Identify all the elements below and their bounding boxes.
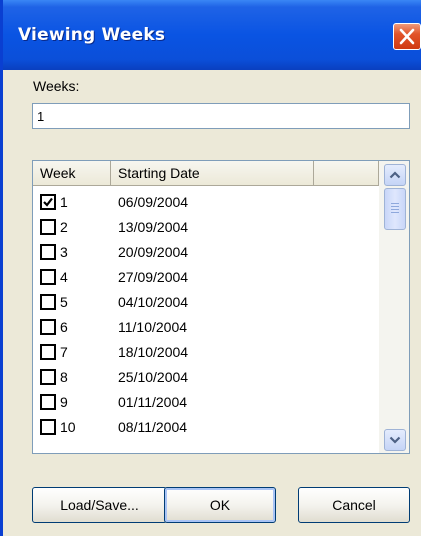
starting-date: 13/09/2004 bbox=[118, 219, 189, 235]
list-item[interactable]: 3 20/09/2004 bbox=[33, 241, 379, 266]
scroll-down-button[interactable] bbox=[384, 429, 406, 451]
starting-date: 11/10/2004 bbox=[118, 319, 188, 335]
column-header-empty[interactable] bbox=[314, 161, 379, 185]
list-item[interactable]: 2 13/09/2004 bbox=[33, 216, 379, 241]
starting-date: 20/09/2004 bbox=[118, 244, 189, 260]
week-number: 10 bbox=[60, 419, 76, 435]
list-rows: 1 06/09/2004 2 13/09/2004 3 20/09/2004 4 27/09/… bbox=[33, 191, 379, 441]
window-border bbox=[0, 0, 3, 536]
week-number: 4 bbox=[60, 269, 68, 285]
close-icon bbox=[399, 28, 415, 45]
list-item[interactable]: 1 06/09/2004 bbox=[33, 191, 379, 216]
starting-date: 04/10/2004 bbox=[118, 294, 189, 310]
week-checkbox[interactable] bbox=[40, 269, 56, 285]
grip-line bbox=[391, 212, 399, 213]
list-item[interactable]: 9 01/11/2004 bbox=[33, 391, 379, 416]
grip-line bbox=[391, 203, 399, 204]
window-title: Viewing Weeks bbox=[18, 25, 166, 45]
week-number: 1 bbox=[60, 194, 68, 210]
week-number: 6 bbox=[60, 319, 68, 335]
week-number: 2 bbox=[60, 219, 68, 235]
load-save-button[interactable]: Load/Save... bbox=[32, 487, 167, 523]
starting-date: 25/10/2004 bbox=[118, 369, 189, 385]
week-checkbox[interactable] bbox=[40, 419, 56, 435]
starting-date: 06/09/2004 bbox=[118, 194, 189, 210]
week-checkbox[interactable] bbox=[40, 244, 56, 260]
scroll-thumb[interactable] bbox=[384, 188, 406, 230]
week-number: 7 bbox=[60, 344, 68, 360]
cancel-button[interactable]: Cancel bbox=[298, 487, 410, 523]
viewing-weeks-dialog: Viewing Weeks Weeks: Week Starting Date … bbox=[0, 0, 421, 536]
week-checkbox[interactable] bbox=[40, 319, 56, 335]
week-number: 5 bbox=[60, 294, 68, 310]
column-header-week[interactable]: Week bbox=[33, 161, 111, 185]
grip-line bbox=[391, 209, 399, 210]
list-item[interactable]: 4 27/09/2004 bbox=[33, 266, 379, 291]
week-checkbox[interactable] bbox=[40, 219, 56, 235]
week-checkbox[interactable] bbox=[40, 344, 56, 360]
weeks-label: Weeks: bbox=[33, 78, 80, 94]
week-number: 9 bbox=[60, 394, 68, 410]
checkmark-icon bbox=[43, 197, 53, 207]
week-number: 3 bbox=[60, 244, 68, 260]
starting-date: 18/10/2004 bbox=[118, 344, 189, 360]
grip-line bbox=[391, 206, 399, 207]
week-checkbox[interactable] bbox=[40, 369, 56, 385]
vertical-scrollbar[interactable] bbox=[379, 161, 409, 453]
week-checkbox[interactable] bbox=[40, 294, 56, 310]
weeks-input[interactable] bbox=[32, 103, 410, 129]
scroll-up-button[interactable] bbox=[384, 164, 406, 186]
column-header-starting-date[interactable]: Starting Date bbox=[111, 161, 314, 185]
ok-button[interactable]: OK bbox=[164, 487, 276, 523]
starting-date: 27/09/2004 bbox=[118, 269, 189, 285]
list-item[interactable]: 8 25/10/2004 bbox=[33, 366, 379, 391]
chevron-down-icon bbox=[389, 436, 401, 444]
weeks-list[interactable]: Week Starting Date 1 06/09/2004 2 13/09/200… bbox=[32, 160, 410, 454]
starting-date: 08/11/2004 bbox=[118, 419, 188, 435]
title-bar[interactable]: Viewing Weeks bbox=[3, 0, 421, 70]
close-button[interactable] bbox=[393, 23, 421, 50]
week-checkbox[interactable] bbox=[40, 394, 56, 410]
list-item[interactable]: 10 08/11/2004 bbox=[33, 416, 379, 441]
chevron-up-icon bbox=[389, 171, 401, 179]
week-checkbox[interactable] bbox=[40, 194, 56, 210]
week-number: 8 bbox=[60, 369, 68, 385]
list-item[interactable]: 5 04/10/2004 bbox=[33, 291, 379, 316]
list-header: Week Starting Date bbox=[33, 161, 409, 186]
list-item[interactable]: 7 18/10/2004 bbox=[33, 341, 379, 366]
starting-date: 01/11/2004 bbox=[118, 394, 188, 410]
list-item[interactable]: 6 11/10/2004 bbox=[33, 316, 379, 341]
